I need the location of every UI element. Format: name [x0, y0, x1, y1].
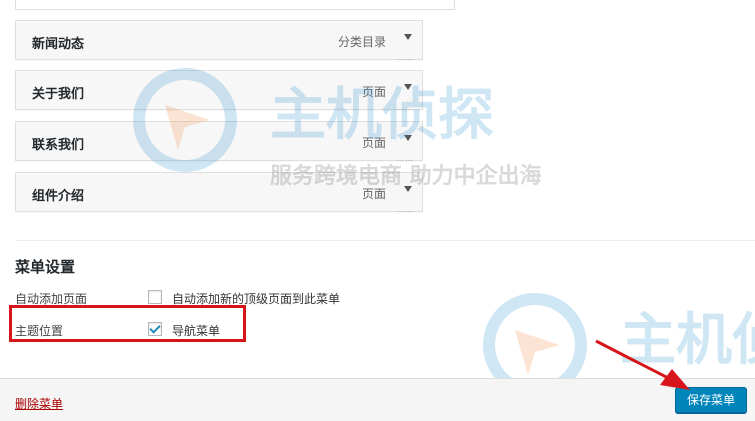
section-divider [15, 240, 755, 241]
chevron-down-icon[interactable] [404, 186, 412, 192]
menu-editor: 新闻动态 分类目录 ⋯⋯ 关于我们 页面 ⋯⋯ 联系我们 页面 ⋯⋯ 组件介绍 … [0, 0, 755, 421]
delete-menu-link[interactable]: 删除菜单 [15, 395, 63, 412]
menu-item-contact[interactable]: 联系我们 页面 ⋯⋯ [15, 121, 423, 165]
menu-item-title: 联系我们 [32, 138, 85, 153]
chevron-down-icon[interactable] [404, 135, 412, 141]
drag-handle-icon[interactable]: ⋯⋯ [396, 105, 414, 114]
menu-item-type: 页面 [361, 85, 386, 99]
menu-item-title: 组件介绍 [32, 189, 85, 204]
menu-item-partial [15, 0, 455, 10]
menu-item-title: 关于我们 [32, 87, 85, 102]
menu-item-components[interactable]: 组件介绍 页面 ⋯⋯ [15, 172, 423, 216]
save-menu-button[interactable]: 保存菜单 [675, 387, 747, 413]
menu-item-type: 页面 [361, 136, 386, 150]
footer-bar: 删除菜单 保存菜单 [0, 378, 755, 421]
menu-item-type: 分类目录 [337, 35, 386, 49]
chevron-down-icon[interactable] [404, 84, 412, 90]
menu-item-news[interactable]: 新闻动态 分类目录 ⋯⋯ [15, 20, 423, 64]
menu-settings-heading: 菜单设置 [15, 258, 76, 276]
chevron-down-icon[interactable] [404, 34, 412, 40]
drag-handle-icon[interactable]: ⋯⋯ [396, 156, 414, 165]
watermark-brand: 主机侦探 [620, 308, 755, 373]
drag-handle-icon[interactable]: ⋯⋯ [396, 207, 414, 216]
menu-item-type: 页面 [361, 187, 386, 201]
menu-item-about[interactable]: 关于我们 页面 ⋯⋯ [15, 70, 423, 114]
drag-handle-icon[interactable]: ⋯⋯ [396, 55, 414, 64]
auto-add-checkbox[interactable] [148, 290, 162, 304]
annotation-highlight-box [9, 305, 246, 342]
menu-item-title: 新闻动态 [32, 37, 85, 52]
